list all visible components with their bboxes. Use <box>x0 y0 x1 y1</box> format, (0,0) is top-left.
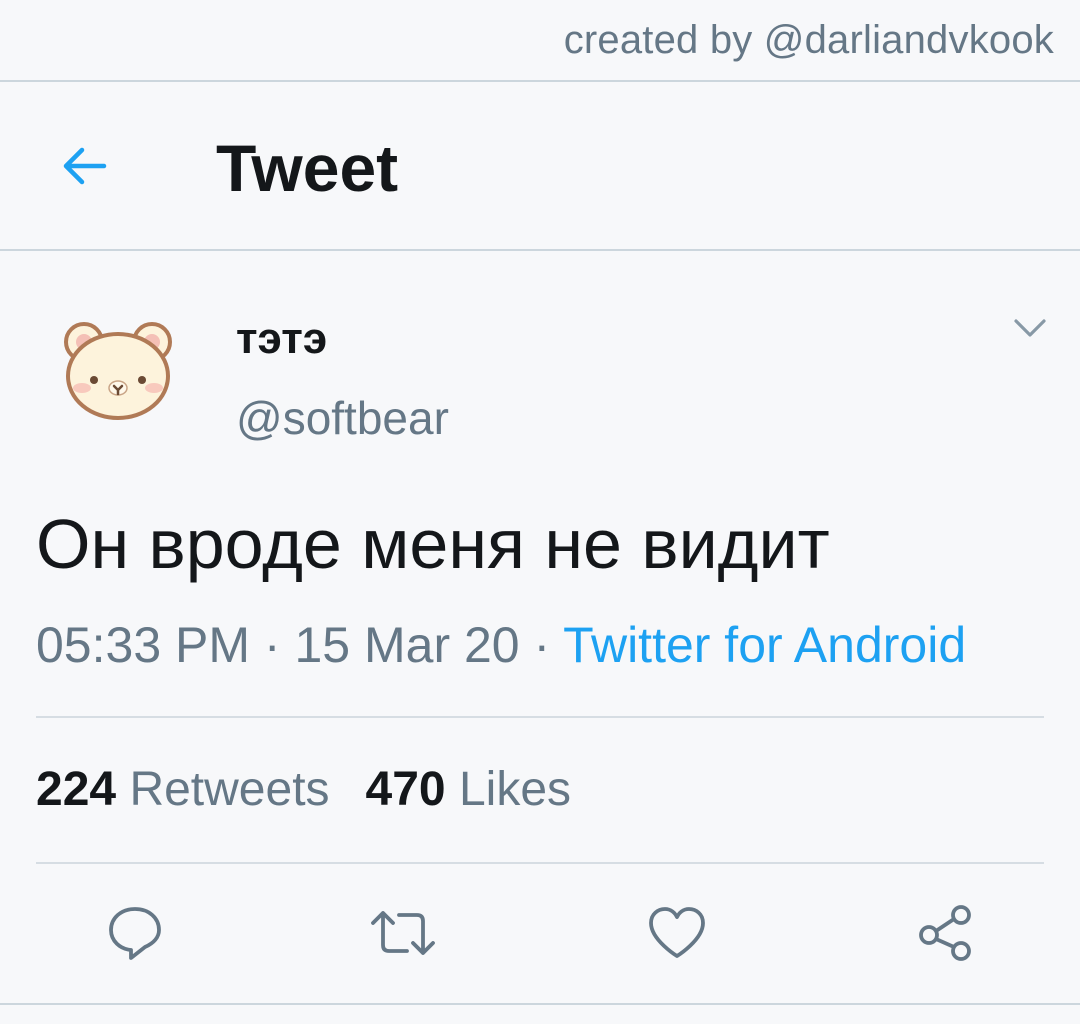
retweet-icon <box>371 911 435 955</box>
retweets-stat[interactable]: 224 Retweets <box>36 763 330 816</box>
reply-button[interactable] <box>100 898 170 968</box>
like-label: Likes <box>458 763 572 816</box>
chevron-down-icon <box>1014 319 1046 337</box>
tweet-text: Он вроде меня не видит <box>36 505 830 583</box>
tweet-options-button[interactable] <box>1010 312 1050 344</box>
retweet-button[interactable] <box>368 898 438 968</box>
tweet-meta: 05:33 PM · 15 Mar 20 · Twitter for Andro… <box>36 616 966 674</box>
avatar[interactable] <box>56 314 180 424</box>
author-display-name[interactable]: тэтэ <box>236 314 327 364</box>
arrow-left-icon <box>63 147 107 185</box>
meta-separator: · <box>263 617 281 673</box>
divider <box>0 1003 1080 1005</box>
tweet-time: 05:33 PM <box>36 617 251 673</box>
likes-stat[interactable]: 470 Likes <box>366 763 572 816</box>
share-button[interactable] <box>910 898 980 968</box>
like-count: 470 <box>365 763 446 816</box>
divider <box>0 80 1080 82</box>
tweet-date: 15 Mar 20 <box>294 617 520 673</box>
bear-avatar-icon <box>64 322 172 420</box>
divider <box>36 862 1044 864</box>
author-handle[interactable]: @softbear <box>236 391 449 445</box>
divider <box>0 249 1080 251</box>
share-icon <box>919 905 971 961</box>
watermark: created by @darliandvkook <box>563 18 1054 62</box>
retweet-count: 224 <box>36 763 117 816</box>
meta-separator: · <box>533 617 551 673</box>
tweet-stats: 224 Retweets 470 Likes <box>36 762 571 817</box>
divider <box>36 716 1044 718</box>
reply-icon <box>109 907 161 960</box>
retweet-label: Retweets <box>129 763 330 816</box>
back-button[interactable] <box>56 138 112 194</box>
like-icon <box>649 907 705 958</box>
tweet-source-link[interactable]: Twitter for Android <box>563 617 966 673</box>
page-title: Tweet <box>216 131 399 205</box>
like-button[interactable] <box>642 898 712 968</box>
